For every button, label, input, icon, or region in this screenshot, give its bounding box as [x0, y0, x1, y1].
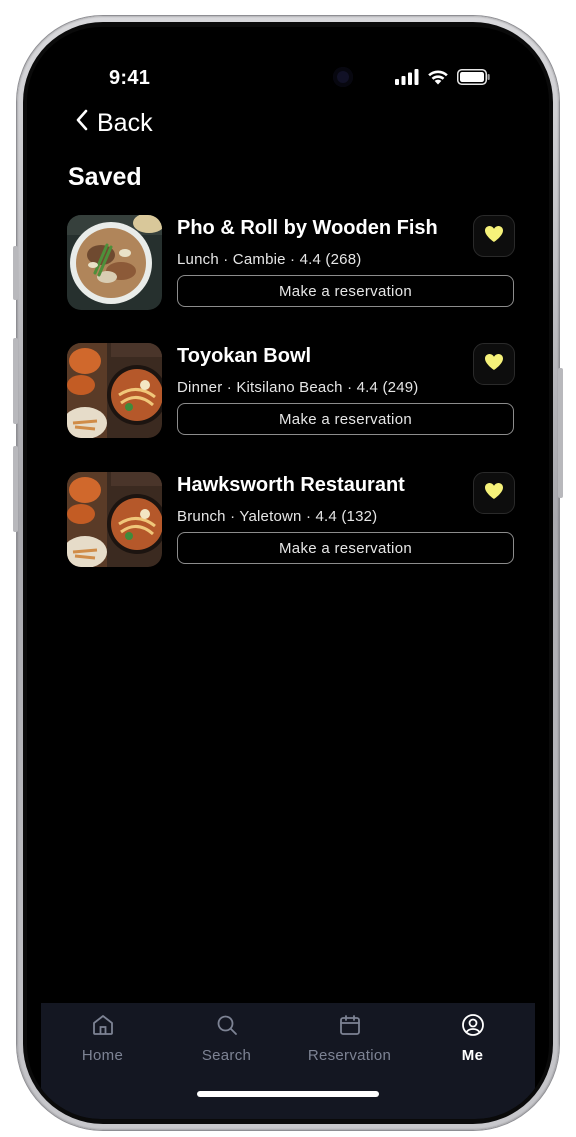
- make-reservation-button[interactable]: Make a reservation: [177, 403, 514, 435]
- volume-up-button: [13, 338, 18, 424]
- make-reservation-button[interactable]: Make a reservation: [177, 275, 514, 307]
- cellular-signal-icon: [395, 69, 419, 90]
- back-label: Back: [97, 109, 153, 137]
- calendar-icon: [338, 1013, 362, 1041]
- tab-home-label: Home: [81, 1047, 124, 1064]
- favorite-button[interactable]: [473, 343, 515, 385]
- action-button: [13, 246, 18, 300]
- page-title: Saved: [68, 163, 142, 191]
- chevron-left-icon: [75, 109, 89, 138]
- tab-search[interactable]: Search: [165, 1013, 288, 1073]
- saved-restaurant-card[interactable]: Pho & Roll by Wooden Fish Lunch · Cambie…: [67, 215, 517, 311]
- search-icon: [215, 1013, 239, 1041]
- heart-icon: [484, 353, 504, 376]
- home-indicator[interactable]: [197, 1091, 379, 1097]
- heart-icon: [484, 482, 504, 505]
- make-reservation-button[interactable]: Make a reservation: [177, 532, 514, 564]
- status-time: 9:41: [109, 67, 151, 89]
- power-button: [558, 368, 563, 498]
- wifi-icon: [427, 69, 449, 90]
- restaurant-name[interactable]: Pho & Roll by Wooden Fish: [177, 217, 438, 240]
- tab-me[interactable]: Me: [411, 1013, 534, 1073]
- home-icon: [91, 1013, 115, 1041]
- restaurant-meta: Lunch · Cambie · 4.4 (268): [177, 251, 362, 268]
- tab-bar: Home Search Reservation Me: [41, 1003, 535, 1119]
- tab-search-label: Search: [201, 1047, 252, 1064]
- restaurant-meta: Dinner · Kitsilano Beach · 4.4 (249): [177, 379, 419, 396]
- user-circle-icon: [461, 1013, 485, 1041]
- tab-home[interactable]: Home: [41, 1013, 164, 1073]
- favorite-button[interactable]: [473, 472, 515, 514]
- battery-icon: [457, 69, 491, 90]
- restaurant-name[interactable]: Hawksworth Restaurant: [177, 474, 405, 497]
- tab-reservation[interactable]: Reservation: [288, 1013, 411, 1073]
- status-icons: [395, 69, 491, 90]
- restaurant-meta: Brunch · Yaletown · 4.4 (132): [177, 508, 378, 525]
- front-camera: [333, 67, 353, 87]
- saved-restaurant-card[interactable]: Hawksworth Restaurant Brunch · Yaletown …: [67, 472, 517, 568]
- restaurant-name[interactable]: Toyokan Bowl: [177, 345, 311, 368]
- volume-down-button: [13, 446, 18, 532]
- favorite-button[interactable]: [473, 215, 515, 257]
- tab-reservation-label: Reservation: [307, 1047, 392, 1064]
- heart-icon: [484, 225, 504, 248]
- restaurant-photo[interactable]: [67, 472, 162, 567]
- back-button[interactable]: Back: [75, 109, 153, 138]
- restaurant-photo[interactable]: [67, 215, 162, 310]
- tab-me-label: Me: [461, 1047, 484, 1064]
- app-screen: 9:41 Back Saved Pho & Roll by Wooden Fis…: [27, 27, 549, 1119]
- restaurant-photo[interactable]: [67, 343, 162, 438]
- saved-restaurant-card[interactable]: Toyokan Bowl Dinner · Kitsilano Beach · …: [67, 343, 517, 439]
